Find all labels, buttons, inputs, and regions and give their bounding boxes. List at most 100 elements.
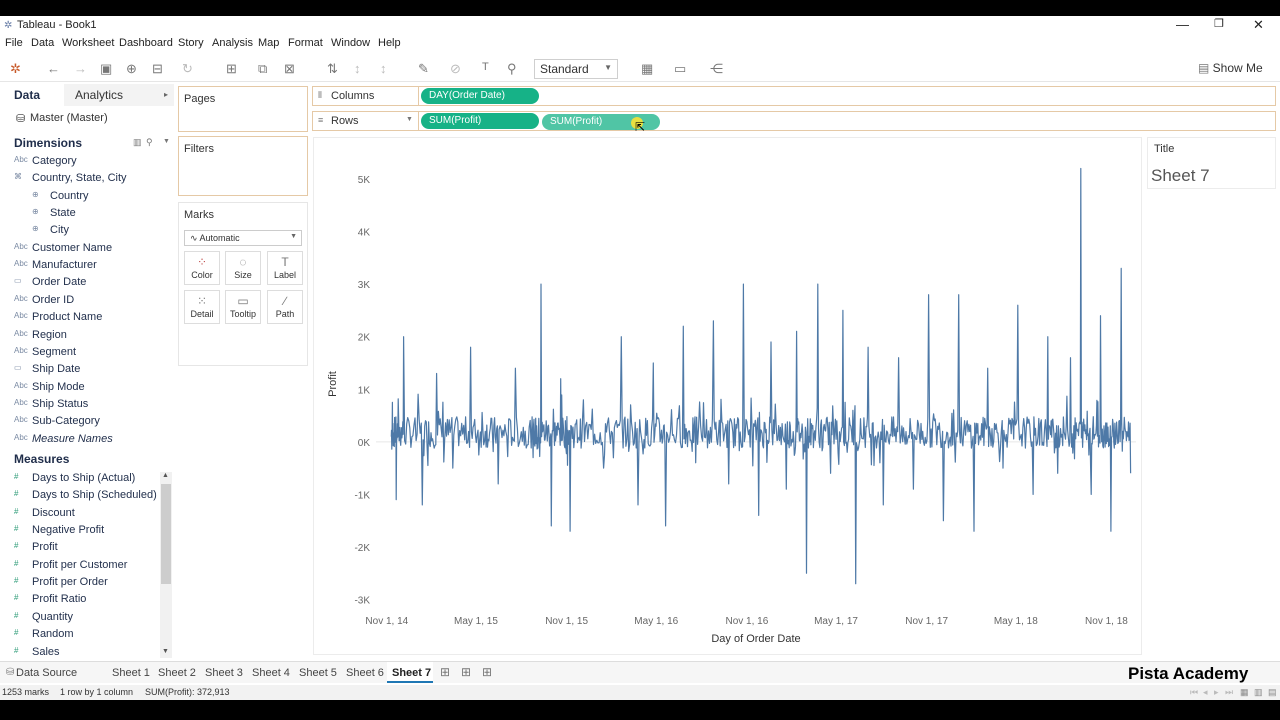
show-me-button[interactable]: ▤ Show Me: [1198, 61, 1263, 75]
tab-sheet-4[interactable]: Sheet 4: [252, 667, 290, 679]
nav-last-icon[interactable]: ⏭: [1225, 687, 1233, 698]
rows-shelf[interactable]: ≡ Rows ▼ SUM(Profit) SUM(Profit) ⇱: [312, 111, 1276, 134]
tab-sheet-2[interactable]: Sheet 2: [158, 667, 196, 679]
measure-field[interactable]: # Profit per Customer: [0, 559, 158, 575]
dimension-field[interactable]: Abc Category: [0, 155, 160, 171]
menu-file[interactable]: File: [5, 37, 23, 49]
dimension-field[interactable]: Abc Sub-Category: [0, 415, 160, 431]
size-button[interactable]: ◌ Size: [225, 251, 261, 285]
profit-line-chart[interactable]: 5K 4K 3K 2K 1K 0K -1K -2K -3K Nov 1, 14 May 1, 15 N…: [314, 138, 1143, 656]
new-datasource-icon[interactable]: ⊕: [126, 61, 137, 77]
rows-pill-profit[interactable]: SUM(Profit): [421, 113, 539, 129]
swap-icon[interactable]: ⇅: [327, 61, 338, 77]
measure-field[interactable]: # Random: [0, 628, 158, 644]
dimension-field[interactable]: ▭ Order Date: [0, 276, 160, 292]
tab-sheet-3[interactable]: Sheet 3: [205, 667, 243, 679]
fix-axes-icon[interactable]: ⚲: [507, 61, 517, 77]
tab-sheet-6[interactable]: Sheet 6: [346, 667, 384, 679]
dimension-field[interactable]: ⌘ Country, State, City: [0, 172, 160, 188]
tab-analytics[interactable]: Analytics: [75, 88, 123, 102]
dimension-field[interactable]: Abc Order ID: [0, 294, 160, 310]
sort-ascending-icon[interactable]: ↕: [354, 61, 361, 76]
refresh-icon[interactable]: ↻: [182, 61, 193, 77]
tableau-home-icon[interactable]: ✲: [10, 61, 21, 77]
search-icon[interactable]: ⚲: [146, 137, 153, 148]
dimensions-menu-icon[interactable]: ▼: [163, 138, 170, 145]
show-labels-icon[interactable]: T: [482, 61, 489, 73]
dimension-field[interactable]: Abc Measure Names: [0, 433, 160, 449]
menu-analysis[interactable]: Analysis: [212, 37, 253, 49]
menu-story[interactable]: Story: [178, 37, 204, 49]
tab-sheet-5[interactable]: Sheet 5: [299, 667, 337, 679]
dimension-field[interactable]: ▭ Ship Date: [0, 363, 160, 379]
menu-worksheet[interactable]: Worksheet: [62, 37, 114, 49]
pages-card[interactable]: Pages: [178, 86, 308, 132]
scroll-down-icon[interactable]: ▼: [162, 648, 169, 655]
pause-updates-icon[interactable]: ⊟: [152, 61, 163, 77]
title-card[interactable]: Title Sheet 7: [1147, 137, 1276, 189]
presentation-icon[interactable]: ▭: [674, 61, 686, 77]
measure-field[interactable]: # Negative Profit: [0, 524, 158, 540]
measure-field[interactable]: # Profit Ratio: [0, 593, 158, 609]
measure-field[interactable]: # Discount: [0, 507, 158, 523]
menu-format[interactable]: Format: [288, 37, 323, 49]
new-worksheet-tab-icon[interactable]: ⊞: [440, 665, 450, 679]
nav-next-icon[interactable]: ▸: [1214, 687, 1219, 698]
save-icon[interactable]: ▣: [100, 61, 112, 77]
dimension-field[interactable]: ⊕ State: [0, 207, 160, 223]
tab-data-source[interactable]: Data Source: [16, 667, 77, 679]
tab-sheet-1[interactable]: Sheet 1: [112, 667, 150, 679]
highlight-icon[interactable]: ✎: [418, 61, 429, 77]
restore-icon[interactable]: ❐: [1214, 17, 1224, 30]
fit-dropdown[interactable]: Standard ▼: [534, 59, 618, 79]
tab-sheet-7[interactable]: Sheet 7: [392, 667, 431, 679]
group-icon[interactable]: ⊘: [450, 61, 461, 77]
undo-icon[interactable]: ←: [47, 61, 60, 76]
datasource-name[interactable]: Master (Master): [30, 112, 108, 124]
minimize-icon[interactable]: —: [1176, 17, 1189, 32]
show-filmstrip-icon[interactable]: ▥: [1254, 687, 1263, 698]
sort-descending-icon[interactable]: ↕: [380, 61, 387, 76]
scroll-up-icon[interactable]: ▲: [162, 472, 169, 479]
clear-sheet-icon[interactable]: ⊠: [284, 61, 295, 77]
show-sheet-sorter-icon[interactable]: ▦: [1240, 687, 1249, 698]
dimension-field[interactable]: Abc Segment: [0, 346, 160, 362]
close-icon[interactable]: ✕: [1253, 17, 1264, 33]
measure-field[interactable]: # Days to Ship (Scheduled): [0, 489, 158, 505]
dimension-field[interactable]: Abc Ship Status: [0, 398, 160, 414]
new-story-tab-icon[interactable]: ⊞: [482, 665, 492, 679]
dimension-field[interactable]: Abc Product Name: [0, 311, 160, 327]
show-tabs-icon[interactable]: ▤: [1268, 687, 1277, 698]
dimension-field[interactable]: Abc Region: [0, 329, 160, 345]
detail-button[interactable]: ⁙ Detail: [184, 290, 220, 324]
dimension-field[interactable]: Abc Ship Mode: [0, 381, 160, 397]
measures-scrollbar[interactable]: ▲ ▼: [160, 472, 172, 658]
measure-field[interactable]: # Profit per Order: [0, 576, 158, 592]
label-button[interactable]: T Label: [267, 251, 303, 285]
new-dashboard-tab-icon[interactable]: ⊞: [461, 665, 471, 679]
cards-icon[interactable]: ▦: [641, 61, 653, 77]
dimension-field[interactable]: Abc Customer Name: [0, 242, 160, 258]
new-worksheet-icon[interactable]: ⊞: [226, 61, 237, 77]
path-button[interactable]: ∕ Path: [267, 290, 303, 324]
nav-first-icon[interactable]: ⏮: [1190, 687, 1198, 698]
tab-data[interactable]: Data: [14, 88, 40, 102]
menu-window[interactable]: Window: [331, 37, 370, 49]
redo-icon[interactable]: →: [74, 61, 87, 76]
share-icon[interactable]: ⋲: [710, 61, 723, 77]
rows-menu-icon[interactable]: ▼: [406, 116, 413, 123]
measure-field[interactable]: # Profit: [0, 541, 158, 557]
measure-field[interactable]: # Sales: [0, 646, 158, 662]
view-pane[interactable]: 5K 4K 3K 2K 1K 0K -1K -2K -3K Nov 1, 14 May 1, 15 N…: [313, 137, 1142, 655]
filters-card[interactable]: Filters: [178, 136, 308, 196]
view-toggle-icon[interactable]: ▥: [133, 137, 142, 148]
pane-menu-icon[interactable]: ▸: [164, 90, 168, 99]
mark-type-dropdown[interactable]: ∿ Automatic ▼: [184, 230, 302, 246]
menu-data[interactable]: Data: [31, 37, 54, 49]
dimension-field[interactable]: ⊕ Country: [0, 190, 160, 206]
dimension-field[interactable]: ⊕ City: [0, 224, 160, 240]
scrollbar-thumb[interactable]: [161, 484, 171, 584]
columns-pill-order-date[interactable]: DAY(Order Date): [421, 88, 539, 104]
dimension-field[interactable]: Abc Manufacturer: [0, 259, 160, 275]
nav-prev-icon[interactable]: ◂: [1203, 687, 1208, 698]
